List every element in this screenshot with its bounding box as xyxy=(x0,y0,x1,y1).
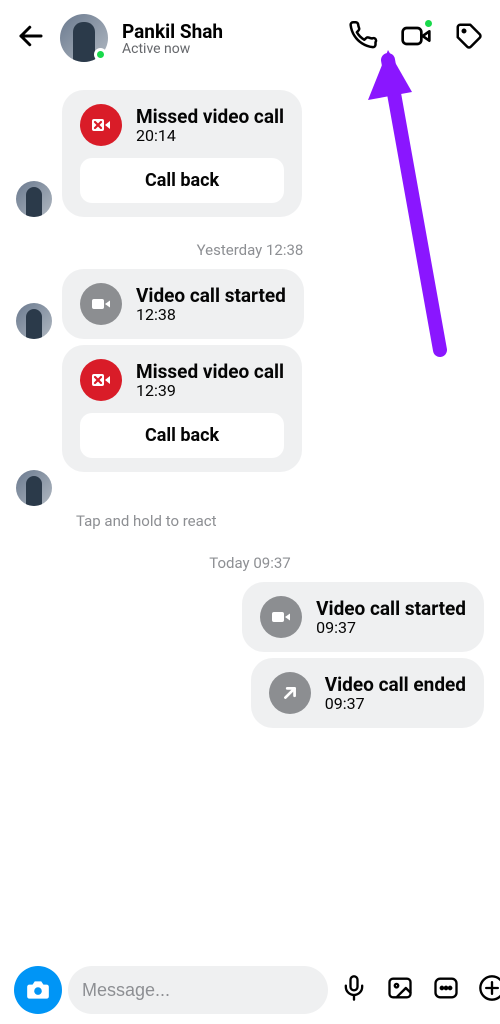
mic-icon xyxy=(340,974,368,1002)
call-bubble-missed[interactable]: Missed video call 12:39 Call back xyxy=(62,345,302,472)
contact-name: Pankil Shah xyxy=(122,20,334,43)
camera-icon xyxy=(25,977,51,1003)
video-started-icon xyxy=(260,596,302,638)
call-time: 12:39 xyxy=(136,381,284,400)
tag-icon xyxy=(454,21,484,51)
camera-button[interactable] xyxy=(14,966,62,1014)
phone-icon xyxy=(348,21,378,51)
timestamp-label: Yesterday 12:38 xyxy=(16,241,484,259)
voice-call-button[interactable] xyxy=(348,21,378,55)
message-row xyxy=(16,470,484,506)
message-row: Missed video call 20:14 Call back xyxy=(16,90,484,217)
call-back-button[interactable]: Call back xyxy=(80,413,284,458)
video-call-button[interactable] xyxy=(400,20,432,56)
video-started-icon xyxy=(80,283,122,325)
call-bubble-started[interactable]: Video call started 09:37 xyxy=(242,582,484,652)
message-row: Video call started 12:38 xyxy=(16,269,484,339)
online-indicator-icon xyxy=(94,48,107,61)
timestamp-label: Today 09:37 xyxy=(16,554,484,572)
message-row: Video call ended 09:37 xyxy=(16,658,484,728)
call-time: 12:38 xyxy=(136,305,286,324)
back-arrow-icon xyxy=(16,21,46,51)
call-title: Video call started xyxy=(316,597,466,620)
react-hint: Tap and hold to react xyxy=(76,512,484,530)
missed-video-icon xyxy=(80,359,122,401)
chat-body[interactable]: Missed video call 20:14 Call back Yester… xyxy=(0,76,500,728)
call-time: 20:14 xyxy=(136,126,284,145)
message-input[interactable] xyxy=(68,966,328,1014)
message-row: Video call started 09:37 xyxy=(16,582,484,652)
contact-status: Active now xyxy=(122,41,334,57)
contact-avatar[interactable] xyxy=(60,14,108,62)
sticker-icon xyxy=(432,974,460,1002)
sender-avatar[interactable] xyxy=(16,470,52,506)
call-title: Missed video call xyxy=(136,360,284,383)
message-row: Missed video call 12:39 Call back xyxy=(16,345,484,472)
plus-circle-icon xyxy=(478,974,500,1002)
call-back-button[interactable]: Call back xyxy=(80,158,284,203)
voice-message-button[interactable] xyxy=(334,974,374,1006)
call-bubble-missed[interactable]: Missed video call 20:14 Call back xyxy=(62,90,302,217)
contact-title-block[interactable]: Pankil Shah Active now xyxy=(122,20,334,57)
call-title: Missed video call xyxy=(136,105,284,128)
call-bubble-started[interactable]: Video call started 12:38 xyxy=(62,269,304,339)
sticker-button[interactable] xyxy=(426,974,466,1006)
sender-avatar[interactable] xyxy=(16,181,52,217)
call-title: Video call started xyxy=(136,284,286,307)
video-ended-icon xyxy=(269,672,311,714)
call-time: 09:37 xyxy=(316,618,466,637)
online-dot-icon xyxy=(423,18,434,29)
call-bubble-ended[interactable]: Video call ended 09:37 xyxy=(251,658,484,728)
call-title: Video call ended xyxy=(325,673,466,696)
chat-header: Pankil Shah Active now xyxy=(0,0,500,76)
missed-video-icon xyxy=(80,104,122,146)
call-time: 09:37 xyxy=(325,694,466,713)
gallery-button[interactable] xyxy=(380,974,420,1006)
more-button[interactable] xyxy=(472,974,500,1006)
sender-avatar[interactable] xyxy=(16,303,52,339)
message-composer xyxy=(0,966,500,1014)
image-icon xyxy=(386,974,414,1002)
back-button[interactable] xyxy=(16,21,46,55)
flag-button[interactable] xyxy=(454,21,484,55)
